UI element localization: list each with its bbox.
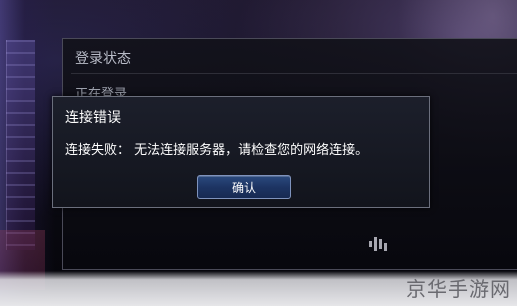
dialog-title: 连接错误 bbox=[65, 110, 121, 126]
site-watermark: 京华手游网 bbox=[406, 277, 511, 301]
login-panel-title: 登录状态 bbox=[75, 51, 131, 67]
login-panel-divider bbox=[71, 73, 517, 74]
dialog-message: 连接失败： 无法连接服务器，请检查您的网络连接。 bbox=[65, 143, 369, 158]
confirm-button[interactable]: 确认 bbox=[197, 175, 291, 199]
background-tower bbox=[0, 0, 55, 306]
loading-spinner-icon bbox=[369, 237, 391, 253]
connection-error-dialog: 连接错误 连接失败： 无法连接服务器，请检查您的网络连接。 确认 bbox=[52, 96, 430, 208]
